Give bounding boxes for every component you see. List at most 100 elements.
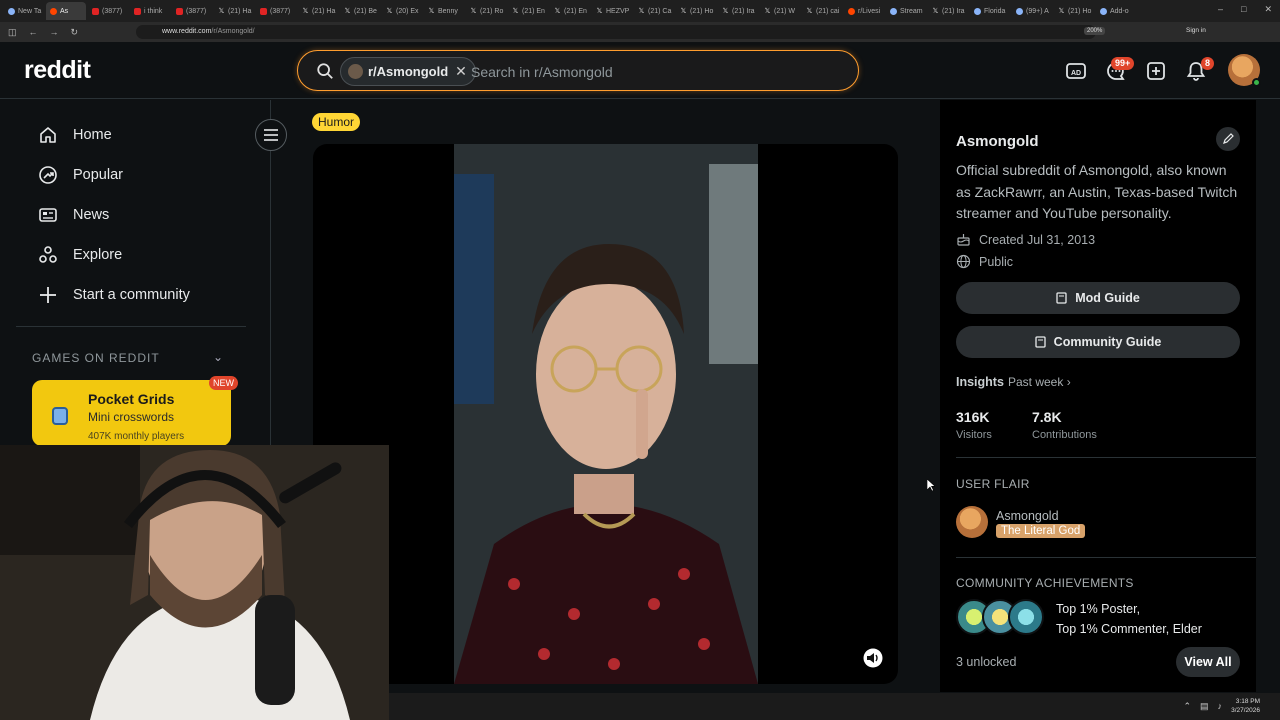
close-icon[interactable]: ✕ [1264, 4, 1272, 15]
browser-tab[interactable]: 𝕏 (20) Ex [382, 2, 422, 20]
browser-tab[interactable]: r/Livesi [844, 2, 884, 20]
post-flair[interactable]: Humor [312, 113, 361, 131]
browser-tab[interactable]: 𝕏 (21) Ira [928, 2, 968, 20]
tray-chevron-icon[interactable]: ⌃ [1183, 701, 1191, 712]
browser-tab[interactable]: 𝕏 (21) cai [802, 2, 842, 20]
reload-icon[interactable]: ↻ [71, 27, 79, 38]
browser-tab[interactable]: Stream [886, 2, 926, 20]
insights-range-dropdown[interactable]: Past week › [1008, 375, 1071, 389]
back-icon[interactable]: ← [29, 27, 38, 38]
volume-icon[interactable] [862, 648, 884, 668]
news-icon [39, 208, 57, 222]
webcam-overlay [0, 445, 389, 720]
browser-tab[interactable]: 𝕏 (21) Ha [298, 2, 338, 20]
youtube-icon [176, 7, 183, 15]
game-card-pocket-grids[interactable]: Pocket Grids Mini crosswords 407K monthl… [32, 376, 238, 446]
mod-guide-button[interactable]: Mod Guide [956, 282, 1240, 314]
reddit-header: reddit r/Asmongold ✕ Search in r/Asmongo… [0, 42, 1280, 99]
visibility-row: Public [956, 254, 1013, 269]
search-input[interactable]: Search in r/Asmongold [471, 64, 613, 80]
sidebar-toggle-icon[interactable]: ◫ [8, 27, 17, 38]
advertise-icon[interactable]: AD [1065, 60, 1087, 82]
forward-icon[interactable]: → [50, 27, 59, 38]
browser-tab[interactable]: (3877) [172, 2, 212, 20]
subreddit-avatar-icon [348, 64, 363, 79]
browser-tab-label: (20) Ex [396, 7, 419, 15]
nav-item-popular[interactable]: Popular [38, 165, 123, 185]
browser-tab[interactable]: 𝕏 (21) En [508, 2, 548, 20]
favicon-icon [1016, 7, 1023, 15]
browser-tab-label: (3877) [270, 7, 291, 15]
favicon-icon [974, 7, 981, 15]
browser-tab[interactable]: 𝕏 (21) En [550, 2, 590, 20]
flair-tag[interactable]: The Literal God [996, 524, 1086, 538]
browser-tab[interactable]: As [46, 2, 86, 20]
nav-item-home[interactable]: Home [38, 125, 112, 145]
youtube-icon [134, 7, 141, 15]
browser-tab-bar: New Ta As (3877) i think (3877) 𝕏 (21) Ha (3877… [0, 0, 1280, 22]
mod-guide-label: Mod Guide [1075, 291, 1140, 305]
address-bar-row: ◫ ← → ↻ www.reddit.com/r/Asmongold/ 200%… [0, 22, 1280, 42]
browser-tab[interactable]: 𝕏 (21) Be [340, 2, 380, 20]
maximize-icon[interactable]: □ [1241, 4, 1246, 15]
url-field[interactable]: www.reddit.com/r/Asmongold/ [136, 25, 1096, 39]
home-icon [40, 127, 56, 143]
x-logo-icon: 𝕏 [638, 7, 645, 15]
browser-tab-label: (21) Ro [480, 7, 504, 15]
nav-label-explore: Explore [73, 247, 123, 263]
browser-tab[interactable]: (3877) [88, 2, 128, 20]
games-heading[interactable]: GAMES ON REDDIT [32, 351, 160, 365]
browser-tab[interactable]: 𝕏 HEZVP [592, 2, 632, 20]
browser-tab[interactable]: 𝕏 (21) Ha [214, 2, 254, 20]
browser-tab[interactable]: 𝕏 (21) Ho [676, 2, 716, 20]
os-taskbar: ⌃ ▤ ♪ 3:18 PM 3/27/2026 [389, 693, 1280, 720]
achievement-badge-icon[interactable] [1008, 599, 1044, 635]
browser-tab[interactable]: 𝕏 (21) Ro [466, 2, 506, 20]
community-guide-button[interactable]: Community Guide [956, 326, 1240, 358]
browser-tab[interactable]: Florida [970, 2, 1010, 20]
x-logo-icon: 𝕏 [470, 7, 477, 15]
browser-tab[interactable]: 𝕏 Benny [424, 2, 464, 20]
browser-tab[interactable]: i think [130, 2, 170, 20]
system-clock[interactable]: 3:18 PM 3/27/2026 [1231, 697, 1260, 715]
favicon-icon [8, 7, 15, 15]
reddit-logo[interactable]: reddit [24, 56, 91, 85]
chevron-down-icon[interactable]: ⌄ [213, 350, 223, 364]
nav-item-explore[interactable]: Explore [38, 245, 122, 265]
browser-tab[interactable]: (3877) [256, 2, 296, 20]
view-all-button[interactable]: View All [1176, 647, 1240, 677]
reddit-icon [848, 7, 855, 15]
browser-tab-label: (21) W [774, 7, 795, 15]
created-row: Created Jul 31, 2013 [956, 232, 1095, 247]
browser-tab-label: (21) Ho [690, 7, 714, 15]
browser-tab[interactable]: New Ta [4, 2, 44, 20]
network-icon[interactable]: ▤ [1200, 701, 1209, 712]
browser-tab[interactable]: 𝕏 (21) W [760, 2, 800, 20]
reddit-icon [50, 7, 57, 15]
collapse-sidebar-button[interactable] [255, 119, 287, 151]
browser-tab[interactable]: (99+) A [1012, 2, 1052, 20]
nav-item-start-community[interactable]: Start a community [38, 285, 190, 305]
browser-tab-label: (21) cai [816, 7, 840, 15]
create-post-icon[interactable] [1145, 60, 1167, 82]
user-avatar[interactable] [1228, 54, 1261, 87]
minimize-icon[interactable]: – [1218, 4, 1223, 15]
system-tray: ⌃ ▤ ♪ [1183, 701, 1222, 712]
nav-item-news[interactable]: News [38, 205, 109, 225]
nav-divider [16, 326, 246, 327]
insights-label: Insights [956, 375, 1004, 389]
search-bar[interactable]: r/Asmongold ✕ Search in r/Asmongold [297, 50, 859, 91]
hamburger-icon [264, 129, 278, 141]
browser-tab[interactable]: 𝕏 (21) Ira [718, 2, 758, 20]
edit-button[interactable] [1216, 127, 1240, 151]
post-video[interactable] [313, 144, 898, 684]
browser-tab[interactable]: 𝕏 (21) Ca [634, 2, 674, 20]
browser-tab[interactable]: 𝕏 (21) Ho [1054, 2, 1094, 20]
browser-tab-label: As [60, 7, 69, 15]
browser-signin[interactable]: Sign in [1186, 27, 1206, 34]
clear-scope-icon[interactable]: ✕ [455, 63, 467, 80]
zoom-level[interactable]: 200% [1084, 27, 1106, 35]
browser-tab[interactable]: Add-o [1096, 2, 1136, 20]
volume-tray-icon[interactable]: ♪ [1218, 701, 1223, 712]
search-scope-chip[interactable]: r/Asmongold ✕ [340, 57, 476, 86]
